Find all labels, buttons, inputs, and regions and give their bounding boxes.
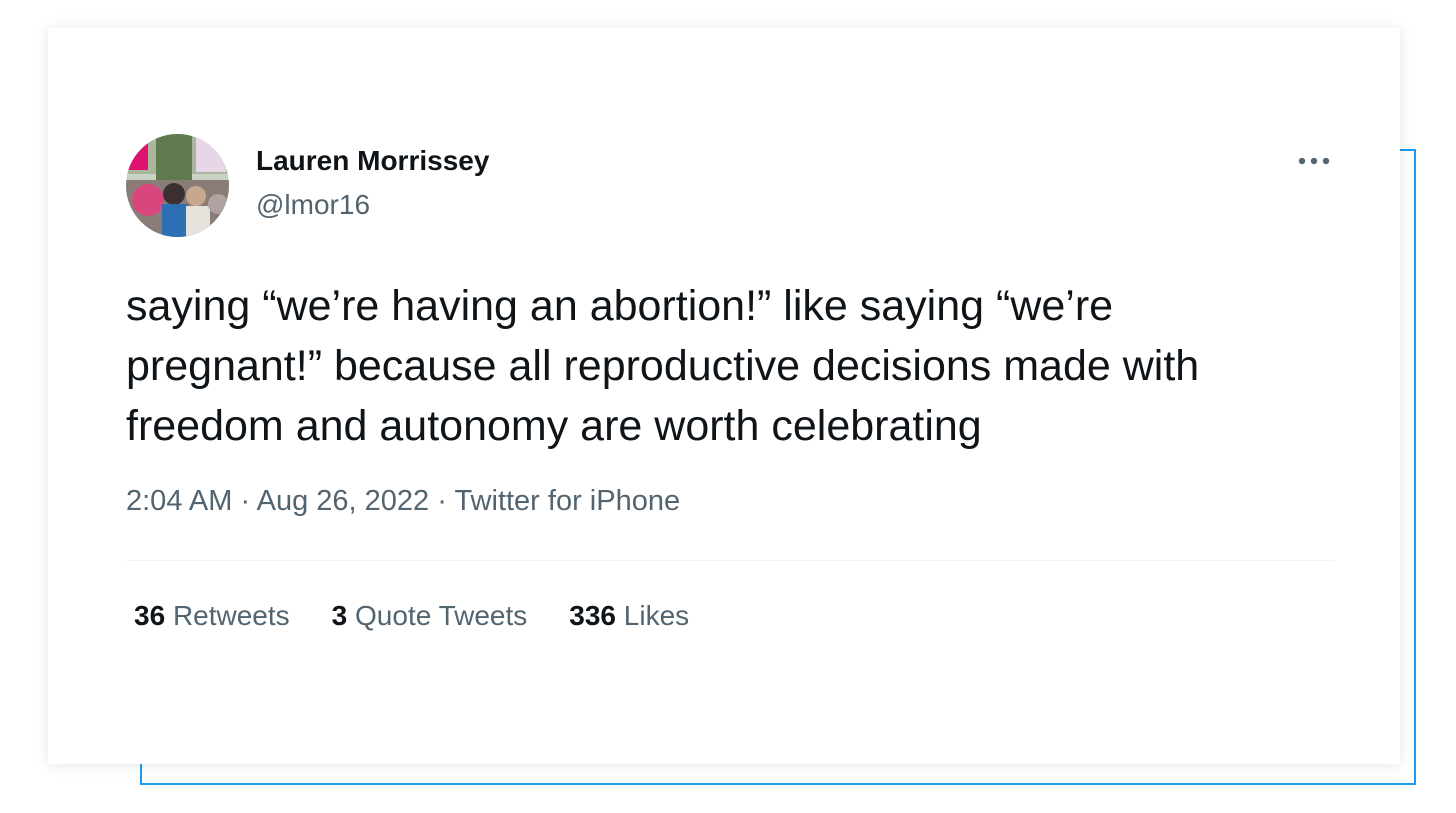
retweets-count: 36 xyxy=(134,600,166,631)
author-handle[interactable]: @lmor16 xyxy=(256,189,370,221)
likes-count: 336 xyxy=(569,600,616,631)
likes-label: Likes xyxy=(623,600,690,631)
more-options-button[interactable] xyxy=(1294,146,1334,176)
divider xyxy=(126,560,1334,561)
quote-tweets-stat[interactable]: 3 Quote Tweets xyxy=(332,600,528,632)
tweet-date[interactable]: Aug 26, 2022 xyxy=(257,485,430,517)
author-display-name[interactable]: Lauren Morrissey xyxy=(256,145,489,177)
tweet-time[interactable]: 2:04 AM xyxy=(126,485,232,517)
quote-tweets-label: Quote Tweets xyxy=(355,600,528,631)
quote-tweets-count: 3 xyxy=(331,600,348,631)
meta-separator: · xyxy=(240,485,251,517)
tweet-stats: 36 Retweets 3 Quote Tweets 336 Likes xyxy=(134,600,689,632)
retweets-stat[interactable]: 36 Retweets xyxy=(134,600,290,632)
page: Lauren Morrissey @lmor16 saying “we’re h… xyxy=(0,0,1456,813)
avatar[interactable] xyxy=(126,134,229,237)
tweet-meta: 2:04 AM · Aug 26, 2022 · Twitter for iPh… xyxy=(126,485,680,518)
tweet-source[interactable]: Twitter for iPhone xyxy=(454,485,680,517)
tweet-card: Lauren Morrissey @lmor16 saying “we’re h… xyxy=(48,28,1400,764)
more-horizontal-icon xyxy=(1298,157,1330,165)
avatar-photo xyxy=(126,134,229,237)
meta-separator: · xyxy=(437,485,447,517)
likes-stat[interactable]: 336 Likes xyxy=(569,600,689,632)
retweets-label: Retweets xyxy=(172,600,290,631)
tweet-text: saying “we’re having an abortion!” like … xyxy=(126,282,1200,450)
